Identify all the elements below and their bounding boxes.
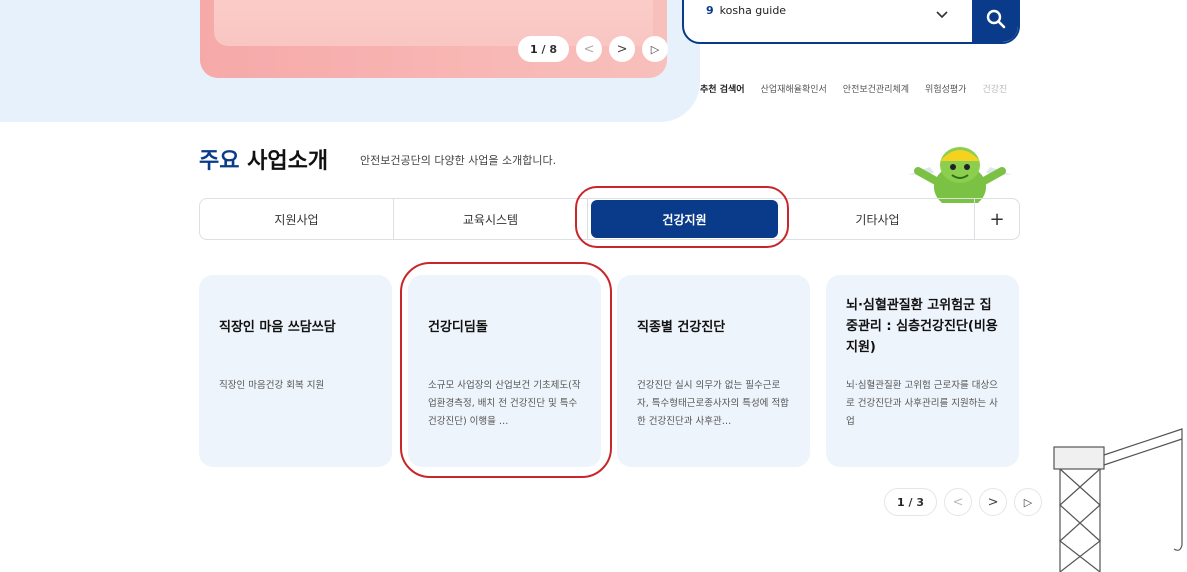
cards-next-button[interactable]: >: [979, 488, 1008, 516]
business-card[interactable]: 건강디딤돌 소규모 사업장의 산업보건 기초제도(작업환경측정, 배치 전 건강…: [408, 275, 601, 467]
banner-next-button[interactable]: >: [609, 36, 636, 62]
card-title: 건강디딤돌: [428, 320, 488, 335]
play-icon: ▷: [1023, 495, 1033, 509]
recommended-keyword[interactable]: 안전보건관리체계: [843, 82, 909, 95]
card-description: 소규모 사업장의 산업보건 기초제도(작업환경측정, 배치 전 건강진단 및 특…: [428, 380, 581, 427]
card-title: 직종별 건강진단: [637, 320, 726, 335]
card-title: 뇌·심혈관질환 고위험군 집중관리 : 심층건강진단(비용지원): [846, 298, 998, 355]
search-query-text: kosha guide: [719, 4, 787, 17]
cards-prev-button[interactable]: <: [944, 488, 973, 516]
tab-health[interactable]: 건강지원: [591, 200, 778, 238]
play-icon: ▷: [650, 42, 660, 56]
business-tabs: 지원사업 교육시스템 건강지원 기타사업 +: [199, 198, 1020, 240]
chevron-down-icon[interactable]: [936, 8, 948, 22]
recommended-keyword[interactable]: 산업재해율확인서: [761, 82, 827, 95]
banner-play-button[interactable]: ▷: [642, 36, 669, 62]
chevron-left-icon: <: [583, 41, 595, 57]
recommended-label: 추천 검색어: [700, 85, 745, 95]
business-card[interactable]: 뇌·심혈관질환 고위험군 집중관리 : 심층건강진단(비용지원) 뇌·심혈관질환…: [826, 275, 1019, 467]
plus-icon: +: [989, 208, 1005, 230]
banner-prev-button[interactable]: <: [576, 36, 603, 62]
search-box[interactable]: 9 kosha guide: [682, 0, 1020, 44]
card-description: 직장인 마음건강 회복 지원: [219, 380, 325, 391]
search-icon: [986, 9, 1006, 29]
search-query-icon: 9: [706, 4, 714, 17]
business-card[interactable]: 직종별 건강진단 건강진단 실시 의무가 없는 필수근로자, 특수형태근로종사자…: [617, 275, 810, 467]
recommended-keyword[interactable]: 건강진: [982, 82, 1007, 95]
chevron-right-icon: >: [987, 494, 999, 510]
search-button[interactable]: [972, 0, 1018, 42]
recommended-keywords: 추천 검색어 산업재해율확인서 안전보건관리체계 위험성평가 건강진: [700, 82, 1015, 95]
chevron-right-icon: >: [616, 41, 628, 57]
tab-education[interactable]: 교육시스템: [394, 199, 588, 239]
search-input[interactable]: 9 kosha guide: [706, 4, 786, 17]
card-title: 직장인 마음 쓰담쓰담: [219, 320, 336, 335]
banner-pager: 1 / 8 < > ▷: [518, 36, 669, 62]
recommended-keyword[interactable]: 위험성평가: [925, 82, 966, 95]
more-tabs-button[interactable]: +: [975, 199, 1019, 239]
tab-support[interactable]: 지원사업: [200, 199, 394, 239]
cards-page-indicator: 1 / 3: [884, 488, 938, 516]
section-title: 주요 사업소개: [199, 149, 329, 174]
cards-pager: 1 / 3 < > ▷: [884, 488, 1043, 516]
section-subtitle: 안전보건공단의 다양한 사업을 소개합니다.: [360, 154, 557, 167]
card-description: 건강진단 실시 의무가 없는 필수근로자, 특수형태근로종사자의 특성에 적합한…: [637, 380, 789, 427]
banner-page-indicator: 1 / 8: [518, 36, 570, 62]
card-description: 뇌·심혈관질환 고위험 근로자를 대상으로 건강진단과 사후관리를 지원하는 사…: [846, 380, 998, 427]
tab-other[interactable]: 기타사업: [781, 199, 975, 239]
main-banner[interactable]: 1 / 8 < > ▷: [200, 0, 669, 78]
chevron-left-icon: <: [952, 494, 964, 510]
business-card[interactable]: 직장인 마음 쓰담쓰담 직장인 마음건강 회복 지원: [199, 275, 392, 467]
transmission-tower-illustration: [1053, 428, 1183, 572]
mascot-illustration: [908, 147, 1012, 203]
cards-play-button[interactable]: ▷: [1014, 488, 1043, 516]
